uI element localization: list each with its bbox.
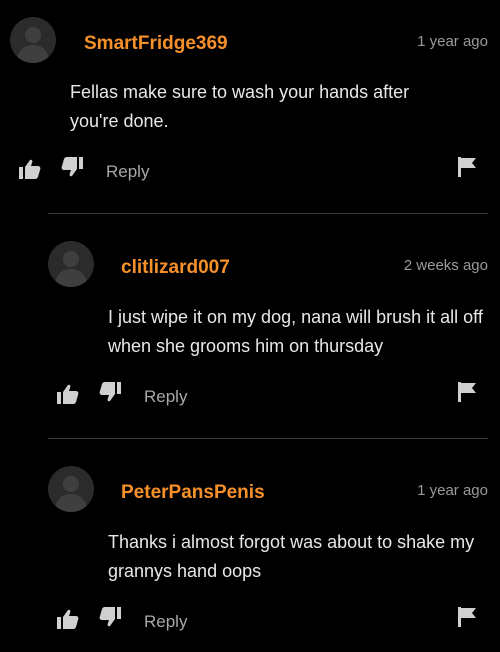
thumbs-up-icon[interactable] [57, 609, 79, 634]
comment-actions: Reply [0, 382, 500, 408]
thumbs-down-icon[interactable] [99, 607, 121, 632]
comment-divider [48, 213, 488, 214]
flag-icon[interactable] [458, 157, 478, 182]
flag-icon[interactable] [458, 382, 478, 407]
thumbs-down-icon[interactable] [61, 157, 83, 182]
reply-button[interactable]: Reply [144, 387, 187, 407]
comment-text: Thanks i almost forgot was about to shak… [108, 532, 475, 581]
comment-text: I just wipe it on my dog, nana will brus… [108, 307, 483, 356]
comment-username[interactable]: PeterPansPenis [121, 482, 265, 504]
avatar-silhouette-icon [54, 251, 88, 287]
comment: SmartFridge369 1 year ago Fellas make su… [0, 0, 500, 210]
comment-timestamp: 2 weeks ago [403, 257, 488, 274]
thumbs-up-icon[interactable] [19, 159, 41, 184]
thumbs-down-icon[interactable] [99, 382, 121, 407]
comment-actions: Reply [0, 157, 500, 183]
reply-button[interactable]: Reply [144, 612, 187, 632]
avatar-silhouette-icon [16, 27, 50, 63]
comment: clitlizard007 2 weeks ago I just wipe it… [0, 226, 500, 436]
flag-icon[interactable] [458, 607, 478, 632]
comment-username[interactable]: SmartFridge369 [84, 33, 228, 55]
comment-timestamp: 1 year ago [417, 33, 488, 50]
avatar[interactable] [48, 466, 94, 512]
avatar[interactable] [10, 17, 56, 63]
avatar-silhouette-icon [54, 476, 88, 512]
comment-timestamp: 1 year ago [417, 482, 488, 499]
comment-text: Fellas make sure to wash your hands afte… [70, 82, 410, 131]
comment: PeterPansPenis 1 year ago Thanks i almos… [0, 451, 500, 652]
thumbs-up-icon[interactable] [57, 384, 79, 409]
comment-actions: Reply [0, 607, 500, 633]
avatar[interactable] [48, 241, 94, 287]
comment-username[interactable]: clitlizard007 [121, 257, 230, 279]
reply-button[interactable]: Reply [106, 162, 149, 182]
comment-divider [48, 438, 488, 439]
